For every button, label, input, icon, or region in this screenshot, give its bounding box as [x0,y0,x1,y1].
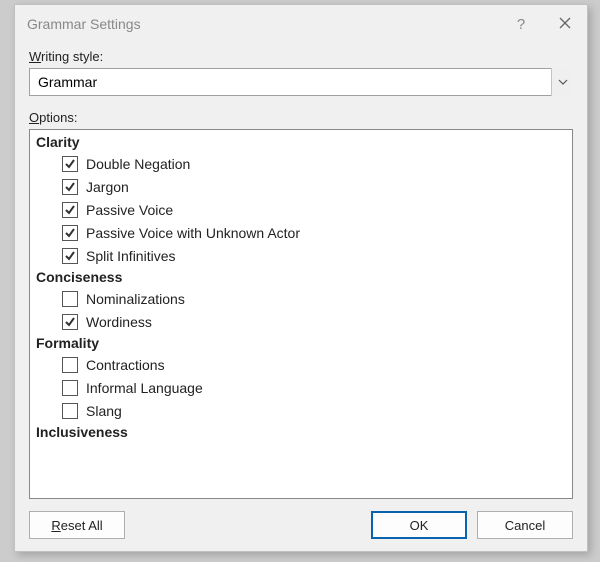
checkbox[interactable] [62,156,78,172]
writing-style-value: Grammar [38,74,97,90]
option-label: Informal Language [86,380,203,396]
checkbox[interactable] [62,225,78,241]
titlebar: Grammar Settings ? [15,5,587,43]
help-icon: ? [517,16,525,33]
option-row[interactable]: Informal Language [36,376,566,399]
options-label: Options: [29,110,573,125]
option-row[interactable]: Passive Voice [36,198,566,221]
checkbox[interactable] [62,248,78,264]
option-label: Passive Voice with Unknown Actor [86,225,300,241]
checkbox[interactable] [62,403,78,419]
option-row[interactable]: Wordiness [36,310,566,333]
group-header: Conciseness [36,267,566,287]
dialog-content: Writing style: Grammar Options: Clarity D… [15,43,587,551]
option-row[interactable]: Nominalizations [36,287,566,310]
option-row[interactable]: Double Negation [36,152,566,175]
ok-button[interactable]: OK [371,511,467,539]
dialog-title: Grammar Settings [27,16,499,32]
option-row[interactable]: Contractions [36,353,566,376]
grammar-settings-dialog: Grammar Settings ? Writing style: Gramma… [14,4,588,552]
option-label: Slang [86,403,122,419]
help-button[interactable]: ? [499,5,543,43]
chevron-down-icon [551,68,573,96]
option-label: Double Negation [86,156,190,172]
writing-style-label: Writing style: [29,49,573,64]
checkbox[interactable] [62,291,78,307]
close-icon [559,17,571,32]
checkbox[interactable] [62,179,78,195]
checkbox[interactable] [62,357,78,373]
checkbox[interactable] [62,380,78,396]
option-label: Jargon [86,179,129,195]
close-button[interactable] [543,5,587,43]
option-label: Contractions [86,357,165,373]
option-row[interactable]: Passive Voice with Unknown Actor [36,221,566,244]
option-row[interactable]: Jargon [36,175,566,198]
writing-style-select[interactable]: Grammar [29,68,573,96]
option-label: Nominalizations [86,291,185,307]
checkbox[interactable] [62,314,78,330]
option-label: Split Infinitives [86,248,175,264]
group-header: Inclusiveness [36,422,566,442]
group-header: Clarity [36,132,566,152]
button-row: Reset All OK Cancel [29,511,573,539]
option-row[interactable]: Split Infinitives [36,244,566,267]
option-label: Wordiness [86,314,152,330]
options-scroll[interactable]: Clarity Double Negation Jargon Passive Voic… [30,130,572,498]
cancel-button[interactable]: Cancel [477,511,573,539]
checkbox[interactable] [62,202,78,218]
option-label: Passive Voice [86,202,173,218]
reset-all-button[interactable]: Reset All [29,511,125,539]
group-header: Formality [36,333,566,353]
options-listbox: Clarity Double Negation Jargon Passive Voic… [29,129,573,499]
option-row[interactable]: Slang [36,399,566,422]
